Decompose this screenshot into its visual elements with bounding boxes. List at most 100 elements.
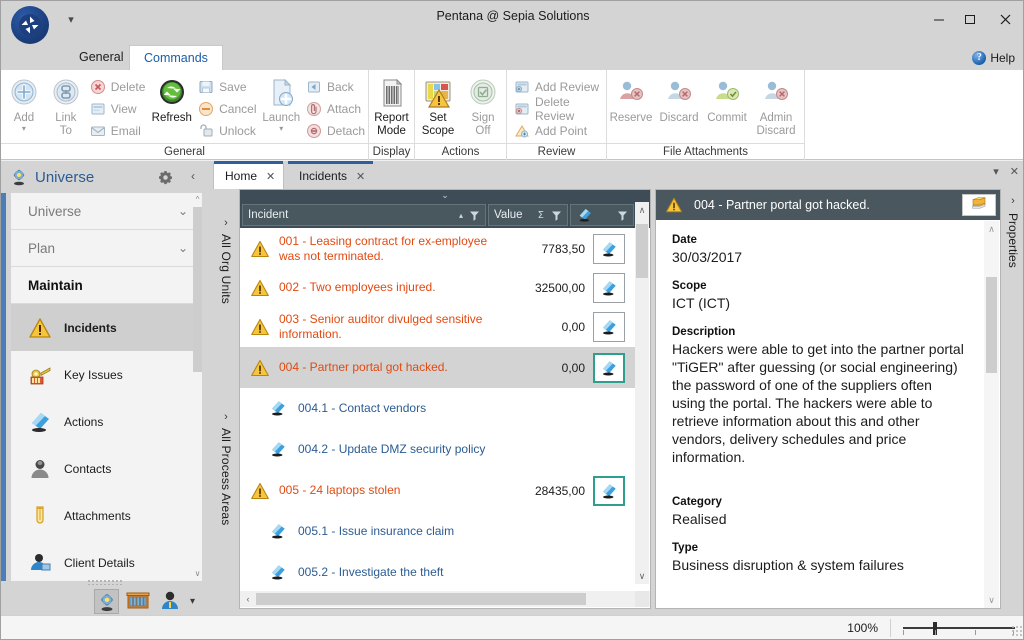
grid-horizontal-scroll-thumb[interactable]: [256, 593, 586, 605]
column-header-value[interactable]: Value Σ: [488, 204, 568, 226]
vertical-tab-all-process-areas[interactable]: › All Process Areas: [213, 411, 239, 525]
grid-horizontal-scrollbar[interactable]: ‹ ›: [240, 591, 650, 607]
sidebar-footer-caret[interactable]: ▾: [190, 596, 195, 607]
view-button[interactable]: View: [87, 98, 149, 119]
grid-vertical-scrollbar[interactable]: ∧ ∨: [635, 202, 649, 584]
delete-review-button[interactable]: Delete Review: [511, 95, 606, 123]
sidebar-scroll-thumb[interactable]: [193, 207, 202, 372]
filter-icon[interactable]: [617, 210, 628, 221]
document-tab-home[interactable]: Home ✕: [213, 161, 285, 189]
help-button[interactable]: ? Help: [972, 45, 1015, 70]
gear-icon[interactable]: [158, 170, 173, 185]
sidebar-scrollbar[interactable]: ^ ∨: [193, 193, 202, 581]
universe-icon[interactable]: [93, 588, 119, 614]
cancel-button[interactable]: Cancel: [195, 98, 259, 119]
vertical-tab-all-org-units[interactable]: › All Org Units: [213, 217, 239, 304]
row-action-button[interactable]: [593, 272, 625, 303]
ribbon-tab-general[interactable]: General: [65, 45, 137, 70]
table-row[interactable]: 004.2 - Update DMZ security policy: [240, 429, 635, 470]
sidebar-scroll-down[interactable]: ∨: [193, 567, 202, 581]
library-icon[interactable]: [126, 589, 151, 614]
admin-discard-button[interactable]: Admin Discard: [751, 75, 801, 137]
sidebar-item-key-issues[interactable]: Key Issues: [11, 351, 202, 398]
zoom-slider[interactable]: [890, 618, 1015, 637]
minimize-button[interactable]: [923, 1, 954, 37]
tab-close-icon[interactable]: ✕: [1010, 165, 1019, 178]
table-row[interactable]: 004.1 - Contact vendors: [240, 388, 635, 429]
table-row[interactable]: 001 - Leasing contract for ex-employee w…: [240, 228, 635, 269]
commit-button[interactable]: Commit: [703, 75, 751, 125]
column-header-incident[interactable]: Incident ▴: [242, 204, 486, 226]
launch-dropdown-caret[interactable]: ▾: [279, 124, 283, 133]
field-label-date: Date: [672, 234, 697, 246]
properties-tab[interactable]: › Properties: [1001, 189, 1023, 609]
report-mode-button[interactable]: Report Mode: [369, 75, 414, 137]
sort-ascending-icon[interactable]: ▴: [459, 211, 463, 220]
sidebar-group-maintain[interactable]: Maintain: [11, 267, 202, 304]
reserve-label: Reserve: [609, 112, 653, 124]
sidebar-group-universe[interactable]: Universe ⌄: [11, 193, 202, 230]
row-action-button[interactable]: [593, 311, 625, 342]
sidebar-item-incidents[interactable]: Incidents: [11, 304, 202, 351]
row-action-button[interactable]: [593, 233, 625, 264]
filter-icon[interactable]: [469, 210, 480, 221]
delete-review-icon: [514, 101, 530, 117]
details-scroll-down-button[interactable]: ∨: [984, 592, 999, 608]
sidebar-item-actions[interactable]: Actions: [11, 398, 202, 445]
table-row[interactable]: 005 - 24 laptops stolen 28435,00: [240, 470, 635, 511]
row-action-button[interactable]: [593, 352, 625, 383]
details-scroll-thumb[interactable]: [986, 277, 997, 373]
document-tab-incidents[interactable]: Incidents ✕: [287, 161, 375, 189]
user-icon[interactable]: [158, 589, 183, 614]
link-to-button[interactable]: Link To: [45, 75, 87, 137]
ribbon-tab-commands[interactable]: Commands: [129, 45, 223, 70]
sidebar-collapse-button[interactable]: ‹: [191, 169, 195, 183]
table-row[interactable]: 004 - Partner portal got hacked. 0,00: [240, 347, 635, 388]
email-button[interactable]: Email: [87, 120, 149, 141]
launch-button[interactable]: Launch ▾: [260, 75, 303, 133]
refresh-button[interactable]: Refresh: [148, 75, 195, 125]
grid-scroll-down-button[interactable]: ∨: [635, 568, 649, 584]
grid-scroll-up-button[interactable]: ∧: [635, 202, 649, 218]
detach-button[interactable]: Detach: [303, 120, 368, 141]
grid-collapse-bar[interactable]: ⌄: [240, 190, 650, 202]
table-row[interactable]: 005.2 - Investigate the theft: [240, 552, 635, 586]
resize-grip[interactable]: [1011, 625, 1023, 637]
table-row[interactable]: 003 - Senior auditor divulged sensitive …: [240, 306, 635, 347]
filter-icon[interactable]: [551, 210, 562, 221]
details-vertical-scrollbar[interactable]: ∧ ∨: [984, 221, 999, 608]
table-row[interactable]: 005.1 - Issue insurance claim: [240, 511, 635, 552]
close-icon[interactable]: ✕: [356, 170, 365, 183]
add-button[interactable]: Add ▾: [3, 75, 45, 133]
vertical-tab-column: › All Org Units › All Process Areas: [213, 189, 239, 609]
sidebar-group-plan[interactable]: Plan ⌄: [11, 230, 202, 267]
save-button[interactable]: Save: [195, 76, 259, 97]
row-action-button[interactable]: [593, 475, 625, 506]
table-row[interactable]: 002 - Two employees injured. 32500,00: [240, 269, 635, 306]
close-icon[interactable]: ✕: [266, 170, 275, 183]
set-scope-button[interactable]: Set Scope: [415, 75, 461, 137]
sidebar-item-contacts[interactable]: Contacts: [11, 445, 202, 492]
sidebar-scroll-up[interactable]: ^: [193, 193, 202, 207]
column-header-actions[interactable]: [570, 204, 634, 226]
add-dropdown-caret[interactable]: ▾: [22, 124, 26, 133]
details-header-button[interactable]: [962, 194, 996, 216]
details-scroll-up-button[interactable]: ∧: [984, 221, 999, 237]
sign-off-button[interactable]: Sign Off: [461, 75, 505, 137]
grid-scroll-left-button[interactable]: ‹: [240, 594, 256, 604]
unlock-button[interactable]: Unlock: [195, 120, 259, 141]
back-button[interactable]: Back: [303, 76, 368, 97]
add-point-button[interactable]: Add Point: [511, 120, 606, 141]
close-button[interactable]: [985, 1, 1023, 37]
discard-button[interactable]: Discard: [655, 75, 703, 125]
maximize-button[interactable]: [954, 1, 985, 37]
grid-vertical-scroll-thumb[interactable]: [636, 224, 648, 278]
attach-button[interactable]: Attach: [303, 98, 368, 119]
reserve-button[interactable]: Reserve: [607, 75, 655, 125]
sidebar-item-key-issues-label: Key Issues: [64, 367, 123, 382]
sidebar-item-attachments[interactable]: Attachments: [11, 492, 202, 539]
aggregate-sigma-icon[interactable]: Σ: [538, 210, 544, 221]
sidebar-item-client-details[interactable]: Client Details: [11, 539, 202, 581]
delete-button[interactable]: Delete: [87, 76, 149, 97]
tab-list-dropdown-icon[interactable]: ▾: [993, 165, 999, 178]
